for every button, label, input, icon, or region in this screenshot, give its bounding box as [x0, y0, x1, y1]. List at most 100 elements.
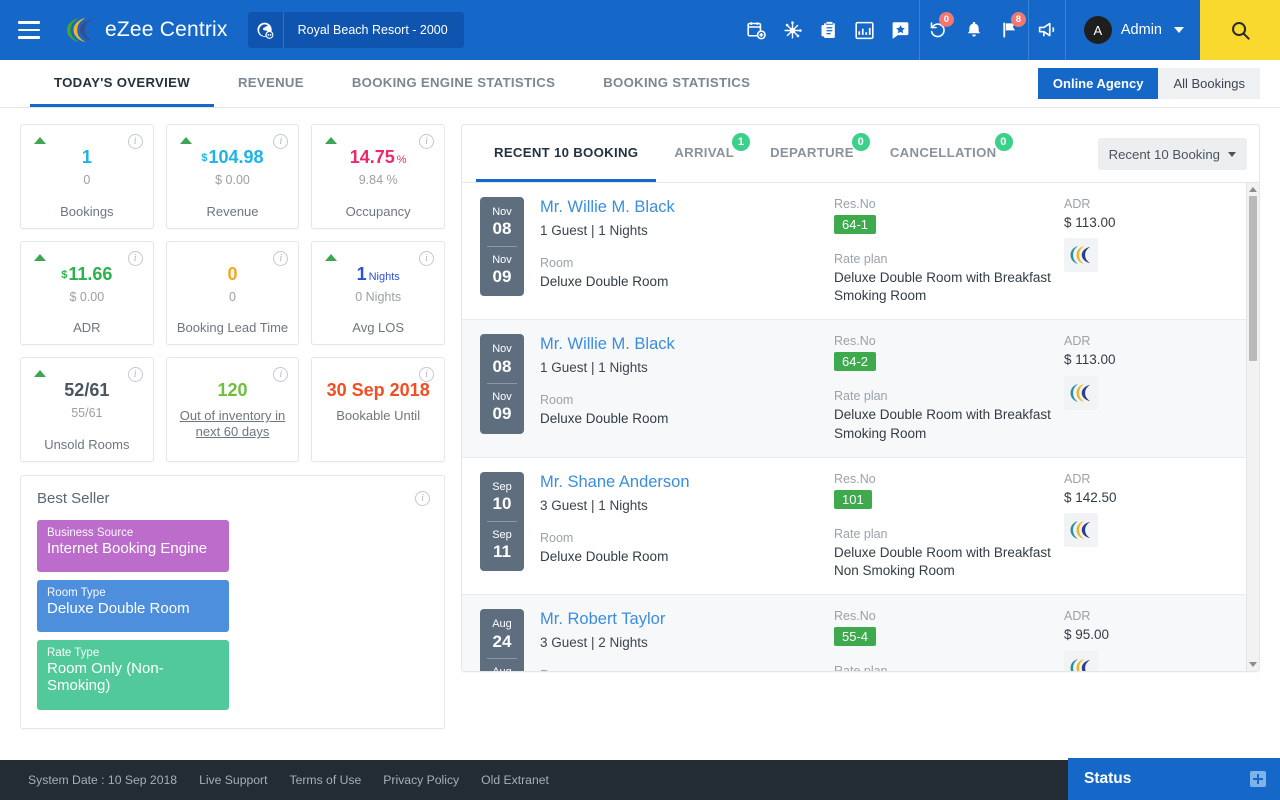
- brand[interactable]: eZee Centrix: [58, 15, 228, 45]
- kpi-subvalue: 0: [229, 290, 236, 304]
- panel-tab-cancellation[interactable]: CANCELLATION 0: [872, 125, 1015, 182]
- rateplan-value: Deluxe Double Room with Breakfast Non Sm…: [834, 544, 1051, 579]
- info-icon[interactable]: i: [273, 251, 289, 266]
- panel-tab-arrival[interactable]: ARRIVAL 1: [656, 125, 752, 182]
- panel-tab-label: RECENT 10 BOOKING: [494, 144, 639, 160]
- info-icon[interactable]: i: [273, 367, 289, 382]
- room-section: Room Deluxe Double Room: [540, 531, 834, 566]
- toggle-all-bookings[interactable]: All Bookings: [1158, 68, 1260, 99]
- kpi-label-link[interactable]: Out of inventory in next 60 days: [175, 408, 291, 441]
- booking-filter-dropdown[interactable]: Recent 10 Booking: [1097, 138, 1247, 170]
- kpi-card-booking-lead-time[interactable]: i 0 0 Booking Lead Time: [165, 241, 300, 345]
- rateplan-label: Rate plan: [834, 526, 888, 541]
- guest-column: Mr. Robert Taylor 3 Guest | 2 Nights Roo…: [524, 609, 834, 671]
- footer-link-live-support[interactable]: Live Support: [199, 773, 267, 787]
- info-icon[interactable]: i: [419, 134, 434, 149]
- kpi-card-avg-los[interactable]: i 1 Nights 0 Nights Avg LOS: [311, 241, 445, 345]
- refresh-history-icon[interactable]: 0: [920, 0, 956, 60]
- checkin-month: Aug: [492, 618, 512, 631]
- toggle-online-agency[interactable]: Online Agency: [1037, 68, 1159, 99]
- calendar-add-icon[interactable]: [739, 0, 775, 60]
- table-row[interactable]: Aug 24 Aug 26 Mr. Robert Taylor 3 Guest …: [462, 595, 1246, 671]
- tab-booking-statistics[interactable]: BOOKING STATISTICS: [579, 60, 774, 107]
- resno-label: Res.No: [834, 609, 876, 624]
- kpi-subvalue: 0 Nights: [355, 290, 402, 304]
- adr-column: ADR $ 113.00: [1064, 334, 1246, 442]
- kpi-card-revenue[interactable]: i $104.98 $ 0.00 Revenue: [165, 124, 300, 229]
- kpi-label: Occupancy: [345, 203, 411, 219]
- info-icon[interactable]: i: [127, 251, 143, 266]
- property-selector[interactable]: Royal Beach Resort - 2000: [247, 12, 464, 48]
- panel-tab-departure[interactable]: DEPARTURE 0: [752, 125, 872, 182]
- kpi-card-bookable-until[interactable]: i 30 Sep 2018 Bookable Until: [311, 357, 445, 462]
- guest-meta: 1 Guest | 1 Nights: [540, 360, 648, 376]
- footer-link-privacy-policy[interactable]: Privacy Policy: [383, 773, 459, 787]
- table-row[interactable]: Sep 10 Sep 11 Mr. Shane Anderson 3 Guest…: [462, 457, 1246, 596]
- bookings-list: Nov 08 Nov 09 Mr. Willie M. Black 1 Gues…: [462, 183, 1246, 671]
- dropdown-label: Recent 10 Booking: [1108, 146, 1220, 162]
- kpi-number: 0: [227, 264, 238, 284]
- globe-icon: [248, 12, 284, 48]
- network-share-icon[interactable]: [775, 0, 811, 60]
- kpi-value: 30 Sep 2018: [327, 381, 430, 399]
- status-bar[interactable]: Status: [1068, 758, 1280, 800]
- scroll-down-arrow-icon[interactable]: [1249, 662, 1257, 667]
- guest-name-link[interactable]: Mr. Willie M. Black: [540, 197, 834, 218]
- chevron-down-icon: [1228, 151, 1236, 157]
- hamburger-menu-icon[interactable]: [0, 0, 58, 60]
- kpi-card-occupancy[interactable]: i 14.75% 9.84 % Occupancy: [311, 124, 445, 229]
- tab-todays-overview[interactable]: TODAY'S OVERVIEW: [30, 60, 214, 107]
- ezee-logo-icon: [66, 17, 94, 43]
- table-row[interactable]: Nov 08 Nov 09 Mr. Willie M. Black 1 Gues…: [462, 320, 1246, 458]
- bookings-scroll-area: Nov 08 Nov 09 Mr. Willie M. Black 1 Gues…: [462, 183, 1259, 671]
- footer-link-terms-of-use[interactable]: Terms of Use: [290, 773, 362, 787]
- best-seller-tile-rate-type[interactable]: Rate Type Room Only (Non-Smoking): [37, 640, 229, 710]
- property-name: Royal Beach Resort - 2000: [297, 23, 448, 37]
- kpi-number: 1: [356, 264, 367, 284]
- booking-source-logo-icon: [1064, 513, 1098, 548]
- scrollbar-thumb[interactable]: [1249, 196, 1257, 361]
- kpi-card-bookings[interactable]: i 1 0 Bookings: [20, 124, 154, 229]
- kpi-grid: i 1 0 Bookings i $104.98 $ 0.00 Revenue …: [20, 124, 445, 462]
- kpi-card-out-of-inventory[interactable]: i 120 Out of inventory in next 60 days: [165, 357, 300, 462]
- best-seller-tile-room-type[interactable]: Room Type Deluxe Double Room: [37, 580, 229, 632]
- info-icon[interactable]: i: [127, 134, 143, 149]
- tab-revenue[interactable]: REVENUE: [214, 60, 328, 107]
- panel-tab-label: CANCELLATION: [889, 144, 997, 160]
- kpi-label: Unsold Rooms: [44, 436, 130, 452]
- clipboard-icon[interactable]: [811, 0, 847, 60]
- guest-name-link[interactable]: Mr. Willie M. Black: [540, 334, 834, 355]
- flag-icon[interactable]: 8: [992, 0, 1028, 60]
- kpi-card-unsold-rooms[interactable]: i 52/61 55/61 Unsold Rooms: [20, 357, 154, 462]
- adr-label: ADR: [1064, 334, 1091, 349]
- user-menu[interactable]: A Admin: [1066, 0, 1200, 60]
- best-seller-tile-business-source[interactable]: Business Source Internet Booking Engine: [37, 520, 229, 572]
- footer-link-old-extranet[interactable]: Old Extranet: [481, 773, 549, 787]
- bookmark-star-icon[interactable]: [883, 0, 919, 60]
- table-row[interactable]: Nov 08 Nov 09 Mr. Willie M. Black 1 Gues…: [462, 183, 1246, 321]
- info-icon[interactable]: i: [415, 491, 430, 506]
- bookings-scrollbar[interactable]: [1246, 183, 1259, 671]
- chart-icon[interactable]: [847, 0, 883, 60]
- info-icon[interactable]: i: [419, 251, 434, 266]
- info-icon[interactable]: i: [419, 367, 434, 382]
- adr-label: ADR: [1064, 197, 1091, 211]
- date-badge: Nov 08 Nov 09: [480, 334, 524, 434]
- room-label: Room: [540, 255, 574, 270]
- kpi-unit: Nights: [368, 271, 400, 283]
- expand-plus-icon[interactable]: [1250, 771, 1266, 787]
- kpi-card-adr[interactable]: i $11.66 $ 0.00 ADR: [20, 241, 154, 345]
- megaphone-icon[interactable]: [1029, 0, 1065, 60]
- tab-booking-engine-statistics[interactable]: BOOKING ENGINE STATISTICS: [328, 60, 579, 107]
- guest-name-link[interactable]: Mr. Robert Taylor: [540, 609, 834, 630]
- guest-name-link[interactable]: Mr. Shane Anderson: [540, 472, 834, 493]
- info-icon[interactable]: i: [127, 367, 143, 382]
- rateplan-value: Deluxe Double Room with Breakfast Smokin…: [834, 270, 1051, 304]
- info-icon[interactable]: i: [273, 134, 289, 149]
- bell-icon[interactable]: [956, 0, 992, 60]
- status-badge: 101: [834, 489, 872, 509]
- adr-column: ADR $ 142.50: [1064, 472, 1246, 580]
- panel-tab-recent-10-booking[interactable]: RECENT 10 BOOKING: [476, 125, 657, 182]
- search-button[interactable]: [1200, 0, 1280, 60]
- scroll-up-arrow-icon[interactable]: [1249, 187, 1257, 192]
